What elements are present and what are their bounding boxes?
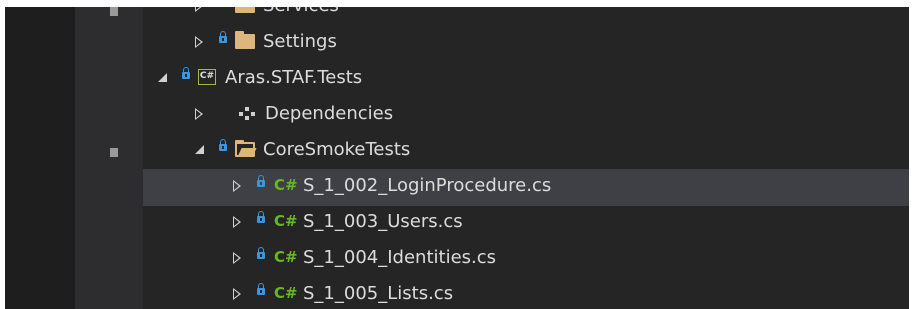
lock-icon: [257, 247, 265, 259]
tree-item-label: S_1_004_Identities.cs: [303, 247, 497, 268]
tree-item-settings[interactable]: Settings: [143, 25, 909, 62]
tree-item-label: S_1_003_Users.cs: [303, 211, 463, 232]
tree-item-label: S_1_002_LoginProcedure.cs: [303, 175, 552, 196]
tree-item-file[interactable]: C# S_1_003_Users.cs: [143, 205, 909, 242]
expand-arrow-icon[interactable]: [195, 7, 203, 12]
tree-item-folder[interactable]: CoreSmokeTests: [143, 133, 909, 170]
left-panel-edge: [5, 7, 75, 309]
open-folder-icon: [235, 140, 255, 157]
solution-explorer-window: Services Settings C# Aras.STAF.Tests Dep…: [5, 7, 909, 309]
lock-icon: [257, 211, 265, 223]
csharp-file-icon: C#: [274, 212, 298, 230]
tree-item-label: Services: [263, 7, 339, 16]
collapse-arrow-icon[interactable]: [158, 73, 167, 82]
gutter-marker: [110, 7, 118, 16]
csharp-file-icon: C#: [274, 176, 298, 194]
tree-item-label: Aras.STAF.Tests: [225, 67, 363, 88]
lock-icon: [257, 175, 265, 187]
lock-icon: [182, 67, 190, 79]
tree-item-file[interactable]: C# S_1_004_Identities.cs: [143, 241, 909, 278]
tree-item-label: Dependencies: [265, 103, 394, 124]
expand-arrow-icon[interactable]: [233, 252, 241, 264]
solution-tree: Services Settings C# Aras.STAF.Tests Dep…: [143, 7, 909, 309]
expand-arrow-icon[interactable]: [233, 180, 241, 192]
lock-icon: [257, 283, 265, 295]
expand-arrow-icon[interactable]: [233, 216, 241, 228]
folder-icon: [235, 31, 255, 49]
lock-icon: [219, 31, 227, 43]
tree-item-dependencies[interactable]: Dependencies: [143, 97, 909, 134]
tree-item-label: CoreSmokeTests: [263, 139, 411, 160]
folder-icon: [235, 7, 255, 13]
expand-arrow-icon[interactable]: [195, 36, 203, 48]
collapse-arrow-icon[interactable]: [195, 145, 204, 154]
tree-item-file[interactable]: C# S_1_002_LoginProcedure.cs: [143, 169, 909, 206]
csharp-file-icon: C#: [274, 284, 298, 302]
lock-icon: [219, 139, 227, 151]
tree-item-file[interactable]: C# S_1_005_Lists.cs: [143, 277, 909, 309]
csharp-project-icon: C#: [198, 69, 216, 85]
tree-item-label: Settings: [263, 31, 337, 52]
tree-item-services[interactable]: Services: [143, 7, 909, 26]
tree-item-label: S_1_005_Lists.cs: [303, 283, 454, 304]
gutter-column: [75, 7, 143, 309]
tree-item-project[interactable]: C# Aras.STAF.Tests: [143, 61, 909, 98]
gutter-marker: [110, 148, 118, 157]
csharp-file-icon: C#: [274, 248, 298, 266]
dependencies-icon: [239, 107, 257, 121]
expand-arrow-icon[interactable]: [195, 108, 203, 120]
expand-arrow-icon[interactable]: [233, 288, 241, 300]
